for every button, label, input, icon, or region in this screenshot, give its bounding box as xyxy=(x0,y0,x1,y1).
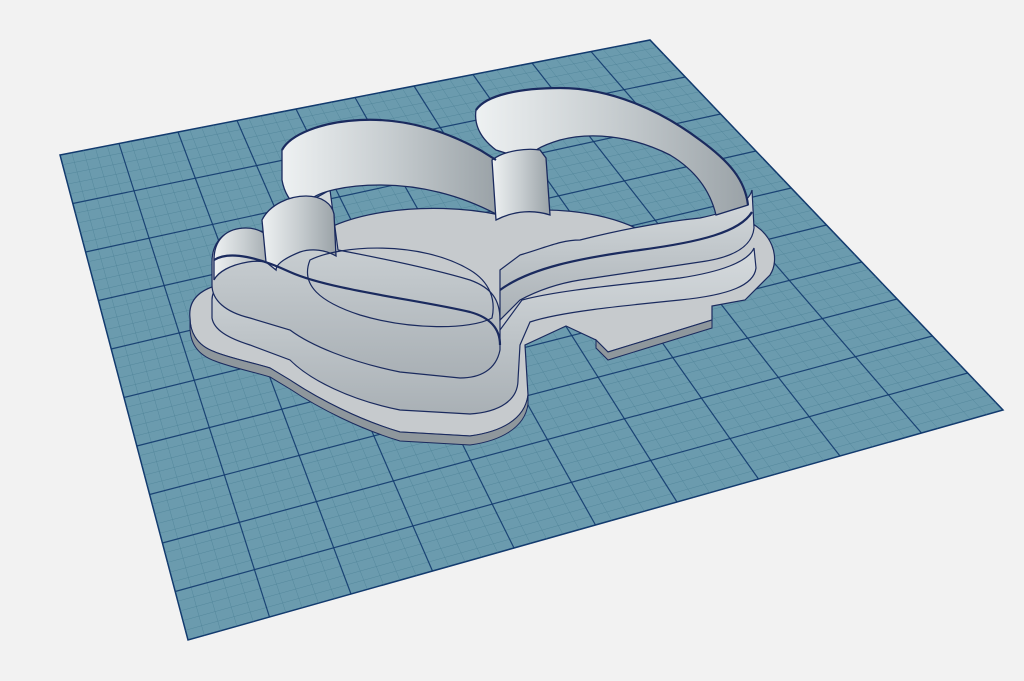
3d-viewport[interactable] xyxy=(0,0,1024,681)
scene-canvas[interactable] xyxy=(0,0,1024,681)
center-divider-wall xyxy=(491,148,551,222)
